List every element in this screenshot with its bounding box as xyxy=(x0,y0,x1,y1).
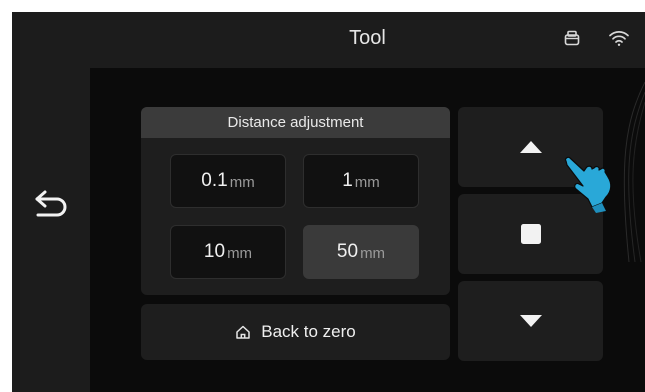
back-to-zero-label: Back to zero xyxy=(261,322,356,341)
distance-unit: mm xyxy=(360,245,386,262)
back-arrow-icon xyxy=(35,190,67,217)
distance-unit: mm xyxy=(229,174,255,191)
printer-screen: Tool Distance adjustment 0.1 mm 1 mm 10 mm xyxy=(12,12,645,392)
distance-option-10mm[interactable]: 10 mm xyxy=(170,225,286,279)
header-bar: Tool xyxy=(90,12,645,68)
distance-value: 1 xyxy=(342,170,353,191)
distance-unit: mm xyxy=(227,245,253,262)
distance-value: 10 xyxy=(203,241,226,262)
distance-option-1mm[interactable]: 1 mm xyxy=(303,154,419,208)
back-button[interactable] xyxy=(26,182,76,226)
triangle-up-icon xyxy=(519,141,542,153)
distance-value: 0.1 xyxy=(201,170,228,191)
left-sidebar xyxy=(12,12,90,392)
pointing-hand-icon xyxy=(564,156,612,213)
square-stop-icon xyxy=(520,224,541,244)
distance-adjustment-panel: Distance adjustment 0.1 mm 1 mm 10 mm 50 mm xyxy=(141,107,450,295)
home-icon xyxy=(236,325,250,339)
move-down-button[interactable] xyxy=(458,281,603,361)
back-to-zero-button[interactable]: Back to zero xyxy=(141,304,450,360)
page-title: Tool xyxy=(349,27,386,49)
triangle-down-icon xyxy=(519,315,542,327)
distance-option-50mm[interactable]: 50 mm xyxy=(303,225,419,279)
printer-icon xyxy=(564,30,580,46)
wifi-icon xyxy=(609,31,629,46)
distance-unit: mm xyxy=(354,174,380,191)
distance-value: 50 xyxy=(336,241,359,262)
distance-adjustment-title: Distance adjustment xyxy=(141,107,450,138)
distance-option-0-1mm[interactable]: 0.1 mm xyxy=(170,154,286,208)
